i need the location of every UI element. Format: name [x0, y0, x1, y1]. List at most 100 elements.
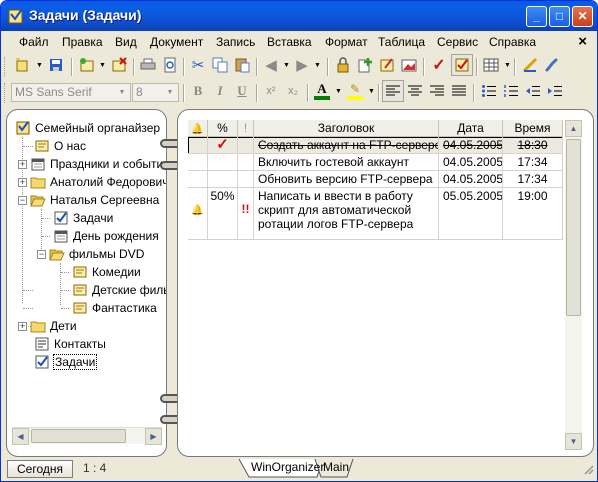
italic-button[interactable]: I [209, 80, 231, 102]
title-bar[interactable]: Задачи (Задачи) _ □ ✕ [1, 1, 597, 31]
back-dropdown-arrow[interactable]: ▼ [283, 62, 290, 69]
bullets-button[interactable] [478, 80, 500, 102]
reminder-cell[interactable]: 🔔 [188, 188, 208, 240]
menu-tools[interactable]: Сервис [437, 35, 478, 49]
maximize-button[interactable]: □ [549, 6, 570, 27]
menu-file[interactable]: Файл [19, 35, 49, 49]
menu-help[interactable]: Справка [489, 35, 536, 49]
tree-item-dvd[interactable]: − фильмы DVD [37, 245, 145, 263]
column-header-date[interactable]: Дата [439, 120, 503, 137]
percent-cell[interactable]: 50% [208, 188, 238, 240]
table-dropdown-arrow[interactable]: ▼ [504, 62, 511, 69]
new-dropdown-arrow[interactable]: ▼ [36, 62, 43, 69]
font-color-dropdown-arrow[interactable]: ▼ [335, 88, 342, 95]
task-title-cell[interactable]: Включить гостевой аккаунт [254, 154, 439, 171]
tree-item-natalya-tasks[interactable]: Задачи [53, 209, 114, 227]
print-preview-button[interactable] [159, 54, 181, 76]
copy-button[interactable] [209, 54, 231, 76]
superscript-button[interactable]: x² [260, 80, 282, 102]
tasks-vertical-scrollbar[interactable]: ▲ ▼ [565, 120, 582, 450]
outdent-button[interactable] [522, 80, 544, 102]
back-button[interactable]: ◀ [260, 54, 282, 76]
table-button[interactable] [480, 54, 502, 76]
menu-table[interactable]: Таблица [378, 35, 425, 49]
collapse-icon[interactable]: − [37, 249, 46, 259]
menu-document[interactable]: Документ [150, 35, 203, 49]
menu-edit[interactable]: Правка [62, 35, 103, 49]
menu-insert[interactable]: Вставка [267, 35, 312, 49]
scroll-up-icon[interactable]: ▲ [565, 120, 582, 137]
numbering-button[interactable] [500, 80, 522, 102]
close-button[interactable]: ✕ [572, 6, 593, 27]
highlight-button[interactable]: ✎ [344, 80, 366, 102]
task-title-cell[interactable]: Обновить версию FTP-сервера [254, 171, 439, 188]
indent-button[interactable] [544, 80, 566, 102]
scroll-right-icon[interactable]: ▶ [145, 428, 162, 445]
tree-item-tasks[interactable]: Задачи [34, 353, 98, 371]
underline-button[interactable]: U [231, 80, 253, 102]
expand-icon[interactable]: + [18, 177, 27, 187]
done-cell[interactable]: ✓ [208, 137, 238, 154]
align-left-button[interactable] [382, 80, 404, 102]
task-date-cell[interactable]: 04.05.2005 [439, 154, 503, 171]
lock-button[interactable] [332, 54, 354, 76]
tree-horizontal-scrollbar[interactable]: ◀ ▶ [12, 427, 162, 445]
expand-icon[interactable]: + [18, 321, 27, 331]
insert-picture-button[interactable] [398, 54, 420, 76]
task-time-cell[interactable]: 17:34 [503, 171, 563, 188]
font-color-button[interactable]: A [311, 80, 333, 102]
new-record-dropdown-arrow[interactable]: ▼ [99, 62, 106, 69]
column-header-title[interactable]: Заголовок [254, 120, 439, 137]
tree-item-kids[interactable]: + Дети [18, 317, 78, 335]
tree-item-scifi[interactable]: Фантастика [72, 299, 158, 317]
toolbar-grip[interactable] [4, 57, 7, 77]
priority-cell[interactable]: !! [238, 188, 254, 240]
task-time-cell[interactable]: 18:30 [503, 137, 563, 154]
column-header-reminder[interactable]: 🔔 [188, 120, 208, 137]
collapse-icon[interactable]: − [18, 195, 27, 205]
menu-format[interactable]: Формат [325, 35, 368, 49]
tree-item-anatoly[interactable]: + Анатолий Федорович [18, 173, 166, 191]
tree-item-about-us[interactable]: О нас [34, 137, 87, 155]
tree-item-natalya[interactable]: − Наталья Сергеевна [18, 191, 160, 209]
task-date-cell[interactable]: 05.05.2005 [439, 188, 503, 240]
tree-item-holidays[interactable]: + Праздники и события [18, 155, 166, 173]
tree-item-birthday[interactable]: День рождения [53, 227, 160, 245]
column-header-percent[interactable]: % [208, 120, 238, 137]
link-button[interactable] [541, 54, 563, 76]
forward-dropdown-arrow[interactable]: ▼ [314, 62, 321, 69]
task-date-cell[interactable]: 04.05.2005 [439, 137, 503, 154]
show-completed-button[interactable] [451, 54, 473, 76]
new-document-button[interactable] [11, 54, 33, 76]
task-date-cell[interactable]: 04.05.2005 [439, 171, 503, 188]
scroll-down-icon[interactable]: ▼ [565, 433, 582, 450]
paste-button[interactable] [231, 54, 253, 76]
cut-button[interactable]: ✂ [187, 54, 209, 76]
tab-main[interactable]: Main [319, 459, 353, 477]
menu-record[interactable]: Запись [216, 35, 255, 49]
tree-item-organizer[interactable]: Семейный органайзер [15, 119, 161, 137]
expand-icon[interactable]: + [18, 159, 27, 169]
task-time-cell[interactable]: 19:00 [503, 188, 563, 240]
highlight-dropdown-arrow[interactable]: ▼ [368, 88, 375, 95]
scroll-thumb[interactable] [566, 139, 581, 316]
scroll-left-icon[interactable]: ◀ [12, 428, 29, 445]
print-button[interactable] [137, 54, 159, 76]
tree-item-comedies[interactable]: Комедии [72, 263, 142, 281]
mdi-close-icon[interactable]: × [578, 33, 587, 50]
spell-check-button[interactable] [519, 54, 541, 76]
tab-winorganizer[interactable]: WinOrganizer [247, 459, 328, 477]
font-size-combo[interactable]: 8 ▼ [132, 83, 179, 102]
justify-button[interactable] [448, 80, 470, 102]
today-button[interactable]: Сегодня [7, 460, 73, 478]
minimize-button[interactable]: _ [526, 6, 547, 27]
column-header-time[interactable]: Время [503, 120, 563, 137]
delete-record-button[interactable] [108, 54, 130, 76]
edit-entry-button[interactable] [376, 54, 398, 76]
scroll-thumb[interactable] [31, 429, 126, 443]
font-name-combo[interactable]: MS Sans Serif ▼ [11, 83, 131, 102]
toolbar-grip[interactable] [4, 83, 7, 103]
forward-button[interactable]: ▶ [291, 54, 313, 76]
mark-done-button[interactable]: ✓ [428, 54, 450, 76]
task-title-cell[interactable]: Создать аккаунт на FTP-сервере [254, 137, 439, 154]
